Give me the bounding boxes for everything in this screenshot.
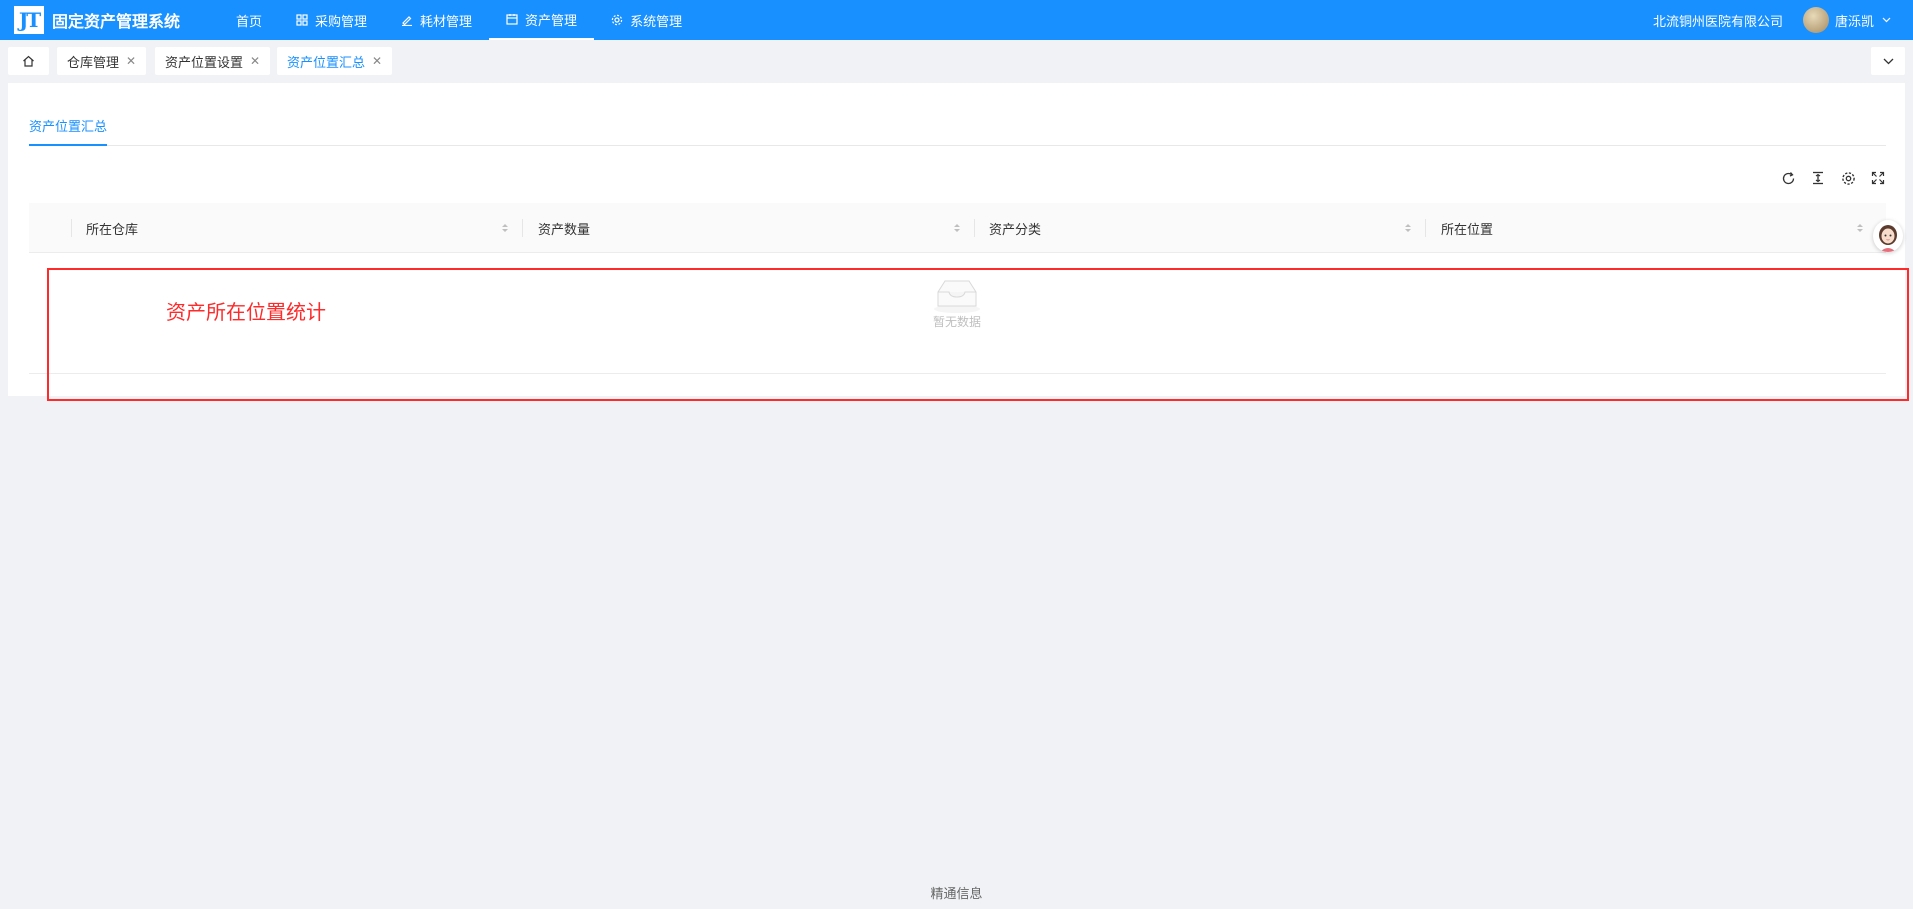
sort-icon[interactable]: [501, 222, 509, 234]
assistant-avatar-button[interactable]: [1873, 220, 1903, 252]
tab-warehouse[interactable]: 仓库管理 ✕: [57, 47, 147, 75]
main-nav: 首页 采购管理 耗材管理 资产管理 系统管理: [219, 0, 699, 40]
column-label: 资产分类: [989, 222, 1042, 238]
tabs-more-button[interactable]: [1871, 47, 1905, 75]
tab-label: 资产位置汇总: [287, 55, 366, 71]
nav-item-label: 首页: [236, 14, 263, 30]
column-header-asset-quantity[interactable]: 资产数量: [538, 203, 590, 253]
annotation-label: 资产所在位置统计: [166, 300, 326, 324]
annotation-rectangle: [47, 268, 1909, 401]
grid-icon: [296, 14, 308, 26]
refresh-icon[interactable]: [1779, 169, 1797, 187]
sort-icon[interactable]: [1856, 222, 1864, 234]
sort-icon[interactable]: [953, 222, 961, 234]
logo-mark: JT: [14, 6, 44, 34]
tab-asset-location-summary[interactable]: 资产位置汇总 ✕: [277, 47, 393, 75]
chevron-down-icon[interactable]: [1882, 17, 1891, 23]
home-icon: [23, 55, 34, 67]
app-title: 固定资产管理系统: [52, 12, 181, 31]
company-name: 北流铜州医院有限公司: [1652, 14, 1783, 30]
header-right: 北流铜州医院有限公司 唐泺凯: [1653, 0, 1913, 40]
column-label: 所在仓库: [86, 222, 139, 238]
column-divider: [974, 219, 975, 237]
fullscreen-icon[interactable]: [1869, 169, 1887, 187]
calendar-icon: [506, 14, 518, 25]
nav-item-label: 采购管理: [315, 14, 368, 30]
tab-label: 仓库管理: [67, 55, 120, 71]
assistant-avatar-icon: [1879, 225, 1897, 252]
settings-icon[interactable]: [1839, 169, 1857, 187]
column-divider: [1425, 219, 1426, 237]
avatar[interactable]: [1802, 7, 1829, 33]
nav-item-procurement[interactable]: 采购管理: [279, 0, 384, 40]
table-header: 所在仓库 资产数量 资产分类 所在位置: [29, 203, 1886, 253]
user-name[interactable]: 唐泺凯: [1835, 11, 1874, 30]
pen-icon: [402, 16, 413, 26]
column-divider: [522, 219, 523, 237]
gear-icon: [611, 14, 623, 26]
nav-item-assets[interactable]: 资产管理: [489, 0, 595, 40]
tab-home[interactable]: [8, 47, 49, 75]
tab-label: 资产位置设置: [165, 55, 244, 71]
table-toolbar: [1779, 169, 1887, 187]
nav-item-home[interactable]: 首页: [219, 0, 279, 40]
density-icon[interactable]: [1809, 169, 1827, 187]
tabs-bar: 仓库管理 ✕ 资产位置设置 ✕ 资产位置汇总 ✕: [0, 40, 1913, 82]
app-logo[interactable]: JT 固定资产管理系统: [0, 0, 215, 40]
nav-item-label: 系统管理: [630, 14, 683, 30]
nav-item-label: 耗材管理: [420, 14, 473, 30]
nav-item-system[interactable]: 系统管理: [594, 0, 699, 40]
column-divider: [71, 219, 72, 237]
close-icon[interactable]: ✕: [126, 54, 136, 68]
tab-asset-location-setting[interactable]: 资产位置设置 ✕: [155, 47, 271, 75]
top-navbar: JT 固定资产管理系统 首页 采购管理 耗材管理 资产管理 系统管理 北流铜州医…: [0, 0, 1913, 40]
subtabs: 资产位置汇总: [29, 83, 1886, 146]
chevron-down-icon: [1883, 58, 1893, 64]
subtab-asset-location-summary[interactable]: 资产位置汇总: [29, 116, 108, 146]
nav-item-label: 资产管理: [525, 13, 578, 29]
column-header-asset-category[interactable]: 资产分类: [989, 203, 1041, 253]
column-label: 所在位置: [1441, 222, 1494, 238]
nav-item-consumables[interactable]: 耗材管理: [384, 0, 489, 40]
close-icon[interactable]: ✕: [372, 54, 382, 68]
footer-text: 精通信息: [930, 887, 983, 902]
sort-icon[interactable]: [1404, 222, 1412, 234]
close-icon[interactable]: ✕: [250, 54, 260, 68]
column-label: 资产数量: [538, 222, 591, 238]
column-header-location[interactable]: 所在位置: [1441, 203, 1493, 253]
column-header-warehouse[interactable]: 所在仓库: [86, 203, 138, 253]
